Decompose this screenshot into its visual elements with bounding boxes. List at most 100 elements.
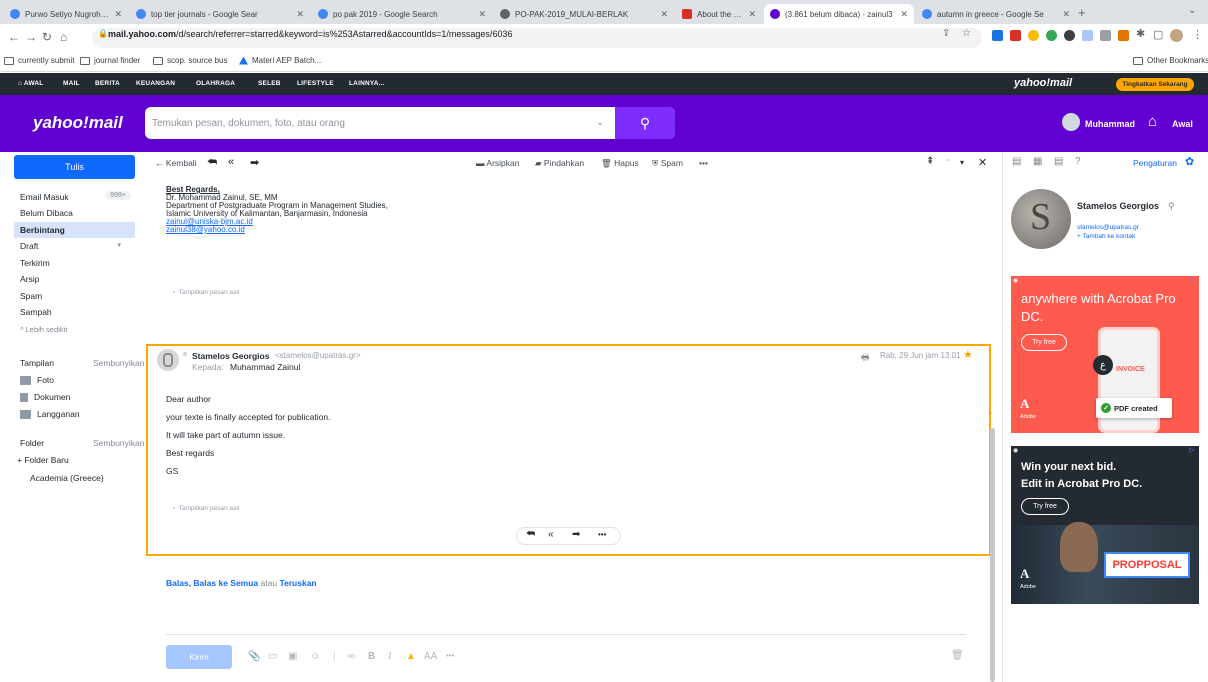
- new-folder-button[interactable]: + Folder Baru: [17, 455, 69, 465]
- print-icon[interactable]: 🖶: [861, 350, 870, 366]
- extension-icon[interactable]: [992, 30, 1003, 41]
- more-formatting-button[interactable]: •••: [446, 651, 454, 660]
- ad-try-free-button[interactable]: Try free: [1021, 334, 1067, 351]
- delete-button[interactable]: 🗑 Hapus: [601, 158, 639, 169]
- browser-tab-active[interactable]: (3.861 belum dibaca) - zainul3 ✕: [764, 4, 914, 24]
- nav-celebrity[interactable]: SELEB: [258, 80, 281, 87]
- calendar-icon[interactable]: ▦: [1033, 156, 1042, 167]
- forward-icon[interactable]: ➡: [250, 156, 259, 169]
- tab-search-icon[interactable]: ⌄: [1188, 5, 1196, 16]
- yahoo-mail-logo[interactable]: yahoo!mail: [33, 113, 123, 133]
- gear-icon[interactable]: ✿: [1185, 155, 1194, 168]
- show-original-toggle[interactable]: › Tampilkan pesan asli: [173, 505, 239, 512]
- nav-mail[interactable]: MAIL: [63, 80, 80, 87]
- recipient-name[interactable]: Muhammad Zainul: [230, 362, 300, 372]
- sidebar-item-documents[interactable]: Dokumen: [14, 389, 135, 405]
- other-bookmarks[interactable]: Other Bookmarks: [1133, 56, 1208, 65]
- add-contact-link[interactable]: + Tambah ke kontak: [1077, 233, 1135, 240]
- sidebar-item-archive[interactable]: Arsip: [14, 271, 135, 287]
- browser-tab[interactable]: top tier journals - Google Sear ✕: [130, 4, 310, 24]
- reply-link[interactable]: Balas: [166, 578, 189, 588]
- more-icon[interactable]: •••: [598, 530, 606, 539]
- nav-finance[interactable]: KEUANGAN: [136, 80, 175, 87]
- previous-message-icon[interactable]: ⌃: [945, 158, 952, 167]
- browser-tab[interactable]: PO-PAK-2019_MULAI-BERLAK ✕: [494, 4, 674, 24]
- collapse-icon[interactable]: ⇞: [926, 156, 934, 167]
- sidebar-item-trash[interactable]: Sampah: [14, 304, 135, 320]
- contact-email[interactable]: stamelos@upatras.gr: [1077, 224, 1139, 231]
- user-avatar[interactable]: [1062, 113, 1080, 131]
- close-icon[interactable]: ✕: [978, 156, 987, 169]
- ad-info-icon[interactable]: ◉: [1013, 447, 1018, 454]
- adchoices-icon[interactable]: ▷: [1189, 446, 1194, 454]
- close-tab-icon[interactable]: ✕: [900, 9, 908, 20]
- attach-icon[interactable]: 📎: [248, 651, 260, 662]
- star-icon[interactable]: ★: [963, 348, 973, 361]
- settings-link[interactable]: Pengaturan: [1133, 158, 1177, 168]
- extensions-puzzle-icon[interactable]: ✱: [1136, 27, 1145, 40]
- bookmark-item[interactable]: Materi AEP Batch...: [239, 56, 321, 65]
- bold-icon[interactable]: B: [368, 651, 375, 662]
- nav-sports[interactable]: OLAHRAGA: [196, 80, 235, 87]
- sidebar-item-spam[interactable]: Spam: [14, 288, 135, 304]
- close-tab-icon[interactable]: ✕: [660, 9, 668, 20]
- font-size-button[interactable]: AA: [424, 651, 437, 662]
- notepad-icon[interactable]: ▤: [1054, 156, 1063, 167]
- yahoo-mail-small-logo[interactable]: yahoo!mail: [1014, 77, 1072, 89]
- link-icon[interactable]: ∞: [348, 651, 355, 662]
- url-text[interactable]: mail.yahoo.com/d/search/referrer=starred…: [108, 29, 512, 39]
- sender-name[interactable]: Stamelos Georgios: [192, 351, 269, 361]
- new-tab-icon[interactable]: +: [1078, 5, 1086, 20]
- more-actions-button[interactable]: •••: [699, 158, 708, 168]
- browser-tab[interactable]: po pak 2019 - Google Search ✕: [312, 4, 492, 24]
- views-hide-toggle[interactable]: Sembunyikan: [93, 358, 145, 368]
- show-original-toggle[interactable]: › Tampilkan pesan asli: [173, 289, 239, 296]
- forward-link[interactable]: Teruskan: [279, 578, 316, 588]
- spam-button[interactable]: ⛨ Spam: [652, 158, 683, 169]
- sidebar-item-photos[interactable]: Foto: [14, 372, 135, 388]
- bookmark-star-icon[interactable]: ☆: [962, 28, 971, 39]
- close-tab-icon[interactable]: ✕: [748, 9, 756, 20]
- text-color-icon[interactable]: ▲: [406, 651, 416, 662]
- side-panel-icon[interactable]: ▢: [1153, 28, 1163, 41]
- nav-news[interactable]: BERITA: [95, 80, 120, 87]
- close-tab-icon[interactable]: ✕: [114, 9, 122, 20]
- scrollbar[interactable]: [990, 428, 995, 682]
- ad-try-free-button[interactable]: Try free: [1021, 498, 1069, 515]
- reply-all-link[interactable]: Balas ke Semua: [193, 578, 258, 588]
- extension-icon[interactable]: [1082, 30, 1093, 41]
- home-icon[interactable]: ⌂: [60, 30, 67, 44]
- browser-tab[interactable]: About the Journal ✕: [676, 4, 762, 24]
- sidebar-item-sent[interactable]: Terkirim: [14, 255, 135, 271]
- extension-icon[interactable]: [1064, 30, 1075, 41]
- reload-icon[interactable]: ↻: [42, 30, 52, 44]
- italic-icon[interactable]: I: [388, 651, 391, 662]
- nav-more[interactable]: LAINNYA...: [349, 80, 385, 87]
- search-icon[interactable]: ⚲: [1168, 201, 1175, 212]
- emoji-icon[interactable]: ☺: [310, 651, 320, 662]
- move-button[interactable]: ▰ Pindahkan: [535, 158, 584, 169]
- show-less-toggle[interactable]: ^ Lebih sedikit: [14, 321, 135, 337]
- search-button[interactable]: ⚲: [615, 107, 675, 139]
- back-icon[interactable]: ←: [8, 30, 20, 44]
- sidebar-item-starred[interactable]: Berbintang: [14, 222, 135, 238]
- bookmark-item[interactable]: scop. source bus: [153, 56, 227, 65]
- extension-icon[interactable]: [1010, 30, 1021, 41]
- share-icon[interactable]: ⇪: [942, 28, 950, 39]
- collapse-panel-icon[interactable]: ›: [990, 410, 992, 417]
- profile-avatar-icon[interactable]: [1170, 29, 1183, 42]
- browser-menu-icon[interactable]: ⋮: [1192, 28, 1203, 41]
- adchoices-icon[interactable]: ▷: [1189, 276, 1194, 284]
- bookmark-item[interactable]: journal finder: [80, 56, 140, 65]
- reply-icon[interactable]: ⮪: [526, 529, 535, 540]
- close-tab-icon[interactable]: ✕: [296, 9, 304, 20]
- home-icon[interactable]: ⌂: [1148, 113, 1157, 130]
- forward-icon[interactable]: ➡: [572, 529, 580, 540]
- close-tab-icon[interactable]: ✕: [478, 9, 486, 20]
- sidebar-item-subscriptions[interactable]: Langganan: [14, 406, 135, 422]
- sidebar-item-drafts[interactable]: Draft ▾: [14, 238, 135, 254]
- help-icon[interactable]: ?: [1075, 156, 1081, 167]
- archive-button[interactable]: ▬ Arsipkan: [476, 158, 519, 168]
- sidebar-item-custom-folder[interactable]: Academia (Greece): [30, 473, 104, 483]
- browser-tab[interactable]: autumn in greece - Google Se ✕: [916, 4, 1076, 24]
